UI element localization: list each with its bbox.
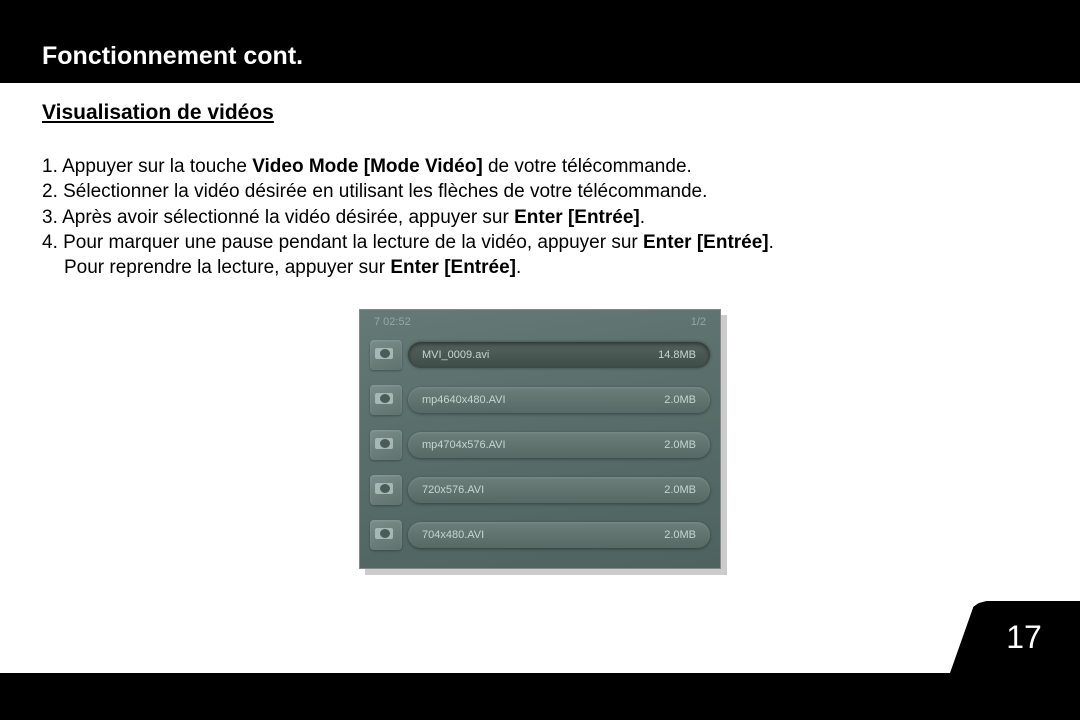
file-row: 704x480.AVI 2.0MB bbox=[370, 516, 710, 554]
instruction-4-prefix: 4. Pour marquer une pause pendant la lec… bbox=[42, 232, 643, 253]
file-row: mp4704x576.AVI 2.0MB bbox=[370, 426, 710, 464]
instruction-4b: Pour reprendre la lecture, appuyer sur E… bbox=[42, 256, 1038, 280]
file-row: mp4640x480.AVI 2.0MB bbox=[370, 381, 710, 419]
instruction-1-suffix: de votre télécommande. bbox=[483, 156, 692, 177]
screenshot-page-indicator: 1/2 bbox=[691, 316, 706, 328]
video-file-icon bbox=[370, 340, 402, 370]
instruction-1-prefix: 1. Appuyer sur la touche bbox=[42, 156, 252, 177]
instruction-3-prefix: 3. Après avoir sélectionné la vidéo dési… bbox=[42, 207, 514, 228]
file-size: 14.8MB bbox=[658, 349, 696, 361]
video-file-icon bbox=[370, 475, 402, 505]
file-row: 720x576.AVI 2.0MB bbox=[370, 471, 710, 509]
device-screenshot-wrapper: 7 02:52 1/2 MVI_0009.avi 14.8MB mp4640x480… bbox=[359, 309, 721, 569]
screenshot-status-bar: 7 02:52 1/2 bbox=[370, 316, 710, 328]
video-file-icon bbox=[370, 430, 402, 460]
instruction-3: 3. Après avoir sélectionné la vidéo dési… bbox=[42, 206, 1038, 230]
file-bar: mp4640x480.AVI 2.0MB bbox=[408, 387, 710, 413]
instruction-1: 1. Appuyer sur la touche Video Mode [Mod… bbox=[42, 155, 1038, 179]
file-list: MVI_0009.avi14.8MBmp4640x480.AVI2.0MBmp4… bbox=[370, 336, 710, 561]
page-number-corner: 17 bbox=[950, 601, 1080, 673]
file-bar: 720x576.AVI 2.0MB bbox=[408, 477, 710, 503]
file-bar: MVI_0009.avi 14.8MB bbox=[408, 342, 710, 368]
instructions-list: 1. Appuyer sur la touche Video Mode [Mod… bbox=[42, 155, 1038, 281]
instruction-4-suffix: . bbox=[769, 232, 774, 253]
file-name: 704x480.AVI bbox=[422, 529, 484, 541]
file-row: MVI_0009.avi 14.8MB bbox=[370, 336, 710, 374]
instruction-4b-prefix: Pour reprendre la lecture, appuyer sur bbox=[64, 257, 390, 278]
instruction-3-bold: Enter [Entrée] bbox=[514, 207, 640, 228]
file-name: mp4704x576.AVI bbox=[422, 439, 506, 451]
instruction-4: 4. Pour marquer une pause pendant la lec… bbox=[42, 231, 1038, 255]
screenshot-time: 7 02:52 bbox=[374, 316, 411, 328]
header-bar: Fonctionnement cont. bbox=[0, 36, 1080, 83]
instruction-4-bold: Enter [Entrée] bbox=[643, 232, 769, 253]
file-size: 2.0MB bbox=[664, 484, 696, 496]
file-bar: 704x480.AVI 2.0MB bbox=[408, 522, 710, 548]
file-bar: mp4704x576.AVI 2.0MB bbox=[408, 432, 710, 458]
instruction-4b-suffix: . bbox=[516, 257, 521, 278]
file-size: 2.0MB bbox=[664, 439, 696, 451]
device-screenshot: 7 02:52 1/2 MVI_0009.avi 14.8MB mp4640x480… bbox=[359, 309, 721, 569]
file-name: mp4640x480.AVI bbox=[422, 394, 506, 406]
instruction-3-suffix: . bbox=[640, 207, 645, 228]
subsection-title: Visualisation de vidéos bbox=[42, 101, 1038, 125]
file-name: 720x576.AVI bbox=[422, 484, 484, 496]
page-number: 17 bbox=[988, 619, 1042, 656]
top-margin-black bbox=[0, 0, 1080, 36]
instruction-4b-bold: Enter [Entrée] bbox=[390, 257, 516, 278]
page-title: Fonctionnement cont. bbox=[42, 42, 1038, 71]
video-file-icon bbox=[370, 385, 402, 415]
instruction-2: 2. Sélectionner la vidéo désirée en util… bbox=[42, 180, 1038, 204]
file-size: 2.0MB bbox=[664, 394, 696, 406]
content-area: Visualisation de vidéos 1. Appuyer sur l… bbox=[0, 83, 1080, 673]
instruction-1-bold: Video Mode [Mode Vidéo] bbox=[252, 156, 482, 177]
file-name: MVI_0009.avi bbox=[422, 349, 489, 361]
file-size: 2.0MB bbox=[664, 529, 696, 541]
video-file-icon bbox=[370, 520, 402, 550]
